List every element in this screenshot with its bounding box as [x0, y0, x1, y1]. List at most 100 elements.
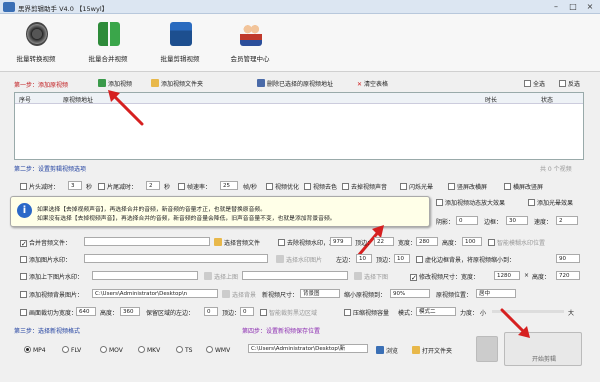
force-small-label: 小: [480, 310, 487, 317]
blur-bg-option[interactable]: 虚化边框背景，将原视频缩小到：: [416, 255, 515, 264]
zoom-in-option[interactable]: 添加视频动态放大效果: [436, 198, 505, 207]
format-wmv[interactable]: WMV: [206, 346, 230, 354]
bg-image-option[interactable]: 添加视频背景图片：: [20, 290, 83, 299]
member-center-button[interactable]: 会员管理中心: [220, 22, 280, 68]
tooltip-line-1: 如果选择【去掉视频声音】，再选择合并的音频，新音频的音量才正，也就是替换原音频。: [37, 207, 266, 213]
invert-selection-checkbox[interactable]: 反选: [559, 79, 580, 88]
compress-option[interactable]: 压缩视频容量: [344, 308, 389, 317]
red-x-icon: ✕: [357, 81, 363, 88]
left-input[interactable]: 10: [356, 254, 372, 263]
bg-image-path[interactable]: C:\Users\Administrator\Desktop\n: [92, 289, 218, 298]
keep-left-input[interactable]: 0: [204, 307, 218, 316]
format-flv[interactable]: FLV: [62, 346, 81, 354]
shrink-select[interactable]: 90%: [390, 289, 430, 298]
wm-height-input[interactable]: 100: [462, 237, 482, 246]
new-size-select[interactable]: 背景图: [300, 289, 340, 298]
desaturate-option[interactable]: 视频去色: [304, 182, 337, 191]
smart-blur-option[interactable]: 智能模糊水印位置: [488, 238, 545, 247]
head-cut-input[interactable]: 3: [68, 181, 82, 190]
add-folder-button[interactable]: 添加视频文件夹: [151, 79, 203, 88]
optimize-option[interactable]: 视频优化: [266, 182, 299, 191]
upper-lower-image-option[interactable]: 添加上下图片水印：: [20, 272, 83, 281]
format-ts[interactable]: TS: [176, 346, 192, 354]
sec-label-1: 秒: [86, 184, 93, 191]
choose-image-button[interactable]: 选择水印图片: [276, 255, 322, 264]
stop-icon[interactable]: [476, 336, 498, 362]
upper-image-button[interactable]: 选择上图: [204, 272, 238, 281]
batch-merge-button[interactable]: 批量合并视频: [78, 22, 138, 68]
format-mov[interactable]: MOV: [100, 346, 123, 354]
clapper-icon: [170, 22, 192, 46]
step3-label: 第三步：选择新视频格式: [14, 328, 81, 335]
wm-left-input[interactable]: 979: [330, 237, 352, 246]
col-status-header: 状态: [541, 97, 554, 104]
video-table[interactable]: 序号 原视频地址 时长 状态: [14, 92, 584, 160]
window-title: 黑界剪辑助手 V4.0 【15wyl】: [18, 5, 109, 13]
remove-audio-option[interactable]: 去掉视频声音: [342, 182, 387, 191]
vertical-to-horizontal-option[interactable]: 竖屏改横屏: [448, 182, 487, 191]
open-folder-button[interactable]: 打开文件夹: [412, 346, 452, 355]
clear-table-button[interactable]: ✕ 清空表格: [357, 79, 388, 88]
resize-width-input[interactable]: 1280: [494, 271, 520, 280]
framerate-option[interactable]: 帧速率：: [178, 182, 211, 191]
info-icon: i: [17, 203, 32, 218]
horizontal-to-vertical-option[interactable]: 横屏改竖屏: [504, 182, 543, 191]
output-path-input[interactable]: C:\Users\Administrator\Desktop\新: [248, 344, 368, 353]
batch-edit-button[interactable]: 批量剪辑视频: [150, 22, 210, 68]
select-all-checkbox[interactable]: 全选: [524, 79, 545, 88]
lower-image-path[interactable]: [242, 271, 348, 280]
wm-top-input[interactable]: 22: [374, 237, 394, 246]
force-big-label: 大: [568, 310, 575, 317]
merge-audio-path[interactable]: [84, 237, 210, 246]
lower-image-button[interactable]: 选择下图: [354, 272, 388, 281]
batch-convert-button[interactable]: 批量转换视频: [6, 22, 66, 68]
smart-crop-option[interactable]: 智能裁剪黑边区域: [260, 308, 317, 317]
browse-button[interactable]: 浏览: [376, 346, 398, 355]
border-input[interactable]: 30: [506, 216, 528, 225]
wm-top-label: 顶边：: [355, 240, 374, 247]
top-input[interactable]: 10: [394, 254, 410, 263]
tooltip-line-2: 如果没有选择【去掉视频声音】，再选择合并的音频，新音频的音量会降低，旧声音音量不…: [37, 216, 336, 222]
position-select[interactable]: 居中: [476, 289, 516, 298]
image-watermark-path[interactable]: [84, 254, 268, 263]
blur-shrink-input[interactable]: 90: [556, 254, 580, 263]
tail-cut-input[interactable]: 2: [146, 181, 160, 190]
top-label: 顶边：: [376, 257, 395, 264]
minimize-icon[interactable]: –: [548, 1, 564, 12]
resize-height-input[interactable]: 720: [556, 271, 580, 280]
crop-width-input[interactable]: 640: [76, 307, 96, 316]
col-duration-header: 时长: [485, 97, 498, 104]
batch-merge-label: 批量合并视频: [88, 55, 128, 63]
head-cut-option[interactable]: 片头减时：: [20, 182, 59, 191]
merge-audio-option[interactable]: 合并音频文件：: [20, 238, 71, 247]
mode-select[interactable]: 模式二: [416, 307, 456, 316]
speed-input[interactable]: 2: [556, 216, 578, 225]
shadow-input[interactable]: 0: [456, 216, 478, 225]
wm-width-input[interactable]: 280: [416, 237, 438, 246]
keep-left-label: 保留区域的左边：: [146, 310, 195, 317]
resize-option[interactable]: 修改视频尺寸：宽度：: [410, 272, 479, 281]
choose-audio-button[interactable]: 选择音频文件: [214, 238, 260, 247]
close-icon[interactable]: ×: [582, 1, 598, 12]
upper-image-path[interactable]: [92, 271, 198, 280]
keep-top-input[interactable]: 0: [240, 307, 254, 316]
crop-option[interactable]: 画面裁切为宽度：: [20, 308, 77, 317]
speed-label: 速度：: [534, 219, 553, 226]
delete-selected-button[interactable]: 删除已选择的原视频地址: [257, 79, 333, 88]
tail-cut-option[interactable]: 片尾减时：: [98, 182, 137, 191]
format-mp4[interactable]: MP4: [24, 346, 46, 354]
flash-option[interactable]: 闪烁光晕: [400, 182, 433, 191]
step2-label: 第二步：设置剪辑视频选项: [14, 166, 87, 173]
format-mkv[interactable]: MKV: [138, 346, 160, 354]
select-bg-button[interactable]: 选择背景: [222, 290, 256, 299]
crop-height-input[interactable]: 360: [120, 307, 140, 316]
maximize-icon[interactable]: □: [565, 1, 581, 12]
image-watermark-option[interactable]: 添加图片水印：: [20, 255, 71, 264]
fps-label: 帧/秒: [243, 184, 258, 191]
glow-option[interactable]: 添加光晕效果: [528, 198, 573, 207]
new-size-label: 新视频尺寸：: [262, 292, 299, 299]
delete-list-icon: [257, 79, 265, 87]
mode-label: 模式：: [398, 310, 417, 317]
framerate-input[interactable]: 25: [220, 181, 238, 190]
annotation-arrow-3: [500, 308, 530, 338]
